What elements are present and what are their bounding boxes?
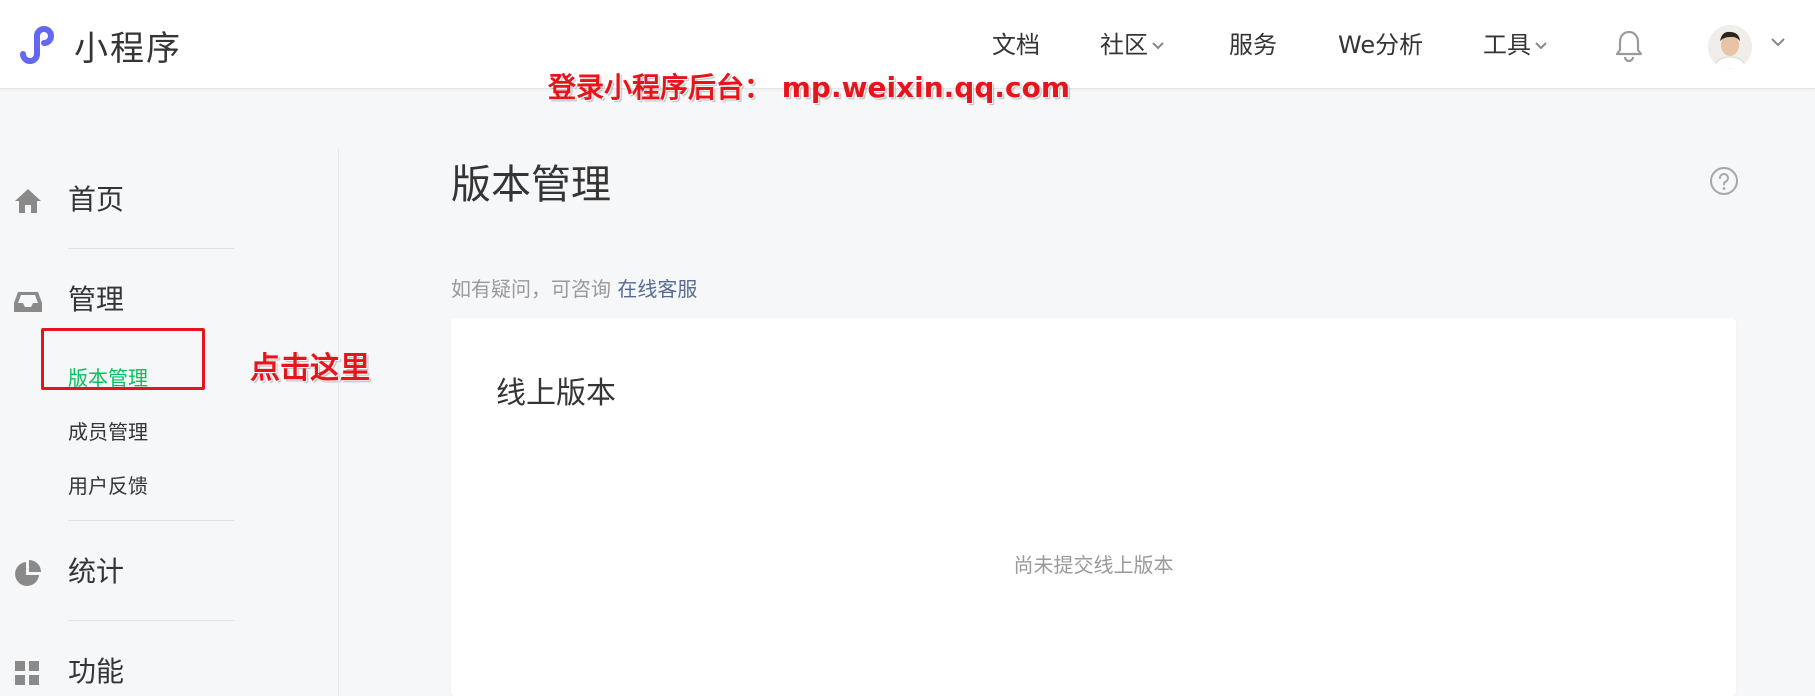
nav-tools-label: 工具 (1483, 31, 1531, 59)
chevron-down-icon (1152, 42, 1164, 50)
consult-prefix: 如有疑问，可咨询 (451, 277, 611, 301)
sidebar-divider (68, 248, 234, 249)
sidebar-item-label: 统计 (68, 555, 125, 588)
brand-name[interactable]: 小程序 (74, 21, 182, 70)
miniprogram-logo-icon[interactable] (13, 20, 61, 68)
sidebar-border (338, 148, 339, 696)
annotation-login-hint: 登录小程序后台： mp.weixin.qq.com (548, 71, 1071, 104)
card-title: 线上版本 (496, 376, 616, 411)
sidebar-subitem-user-feedback[interactable]: 用户反馈 (68, 470, 148, 499)
sidebar-divider (68, 520, 234, 521)
inbox-icon (14, 292, 42, 312)
nav-we-analytics[interactable]: We分析 (1338, 28, 1423, 62)
sidebar-item-label: 功能 (68, 655, 125, 688)
help-icon[interactable] (1709, 166, 1739, 196)
grid-icon (15, 661, 39, 685)
page-title: 版本管理 (451, 162, 611, 208)
sidebar-item-label: 首页 (68, 183, 125, 216)
annotation-highlight-box (41, 328, 205, 390)
avatar-image (1708, 25, 1752, 69)
avatar[interactable] (1708, 25, 1752, 69)
nav-community[interactable]: 社区 (1100, 28, 1165, 62)
sidebar-item-home[interactable]: 首页 (0, 180, 300, 220)
empty-state-text: 尚未提交线上版本 (1013, 553, 1174, 577)
chevron-down-icon (1535, 42, 1547, 50)
nav-docs[interactable]: 文档 (992, 28, 1040, 62)
consult-hint: 如有疑问，可咨询 在线客服 (451, 273, 697, 302)
sidebar-item-manage[interactable]: 管理 (0, 280, 300, 320)
sidebar-item-label: 管理 (68, 283, 125, 316)
nav-tools[interactable]: 工具 (1483, 28, 1548, 62)
home-icon (15, 189, 41, 213)
sidebar-subitem-member-management[interactable]: 成员管理 (68, 416, 148, 445)
bell-icon[interactable] (1614, 28, 1644, 62)
nav-community-label: 社区 (1100, 31, 1148, 59)
sidebar-item-features[interactable]: 功能 (0, 652, 300, 692)
sidebar-divider (68, 620, 234, 621)
online-support-link[interactable]: 在线客服 (617, 277, 697, 301)
online-version-card: 线上版本 尚未提交线上版本 (451, 318, 1736, 696)
annotation-click-here: 点击这里 (250, 351, 370, 386)
chevron-down-icon[interactable] (1770, 36, 1786, 48)
pie-chart-icon (15, 560, 41, 586)
sidebar-item-statistics[interactable]: 统计 (0, 552, 300, 592)
nav-services[interactable]: 服务 (1229, 28, 1277, 62)
